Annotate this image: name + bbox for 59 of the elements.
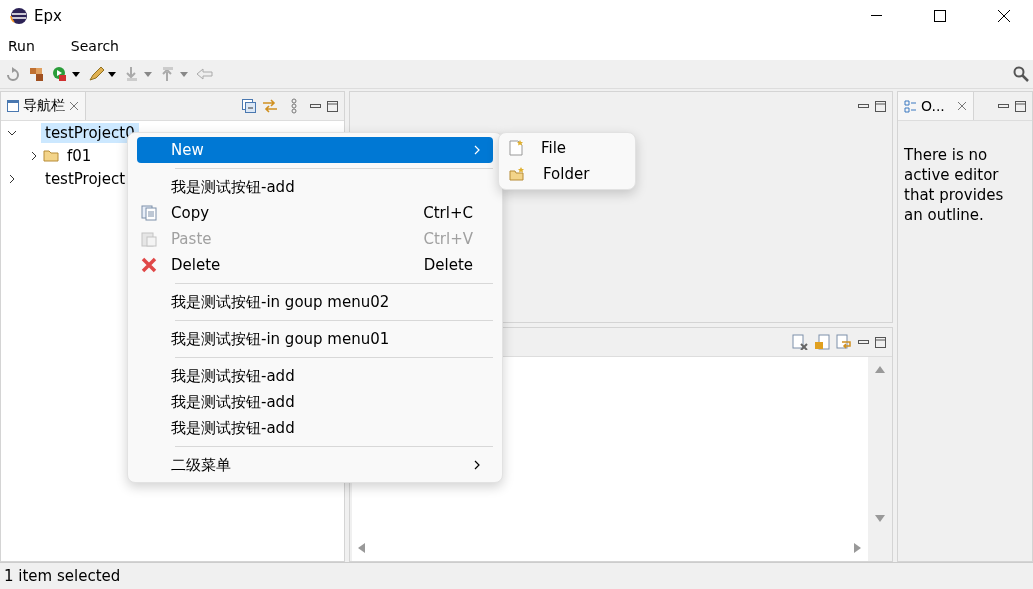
maximize-icon	[934, 10, 946, 22]
window-icon	[7, 100, 19, 112]
more-icon[interactable]	[290, 98, 298, 114]
close-icon	[998, 10, 1010, 22]
tree-item[interactable]: testProject	[41, 168, 130, 189]
window-title: Epx	[34, 7, 63, 25]
folder-icon	[43, 149, 59, 162]
run-icon[interactable]	[52, 66, 82, 82]
chevron-right-icon[interactable]	[29, 150, 39, 161]
maximize-icon[interactable]	[1015, 100, 1026, 112]
menu-item[interactable]: Folder	[499, 161, 635, 187]
maximize-icon[interactable]	[327, 100, 338, 112]
scroll-left-icon[interactable]	[357, 543, 365, 553]
app-logo-icon	[10, 7, 28, 25]
minimize-icon	[870, 15, 882, 17]
search-icon[interactable]	[1013, 66, 1029, 82]
menu-item[interactable]: 我是测试按钮-in goup menu01	[137, 326, 493, 352]
clear-console-icon[interactable]	[792, 334, 808, 350]
menu-item[interactable]: Run	[8, 38, 35, 54]
menu-item[interactable]: 我是测试按钮-in goup menu02	[137, 289, 493, 315]
clipboard-icon	[141, 231, 157, 247]
menu-item[interactable]: 二级菜单	[137, 452, 493, 478]
tree-item[interactable]: testProject0	[41, 122, 139, 143]
close-icon[interactable]	[956, 101, 967, 111]
pen-icon[interactable]	[88, 66, 118, 82]
outline-icon	[904, 99, 917, 113]
tree-item[interactable]: f01	[63, 145, 96, 166]
minimize-icon[interactable]	[858, 102, 869, 110]
close-icon[interactable]	[69, 101, 79, 111]
view-tab[interactable]: O...	[921, 98, 945, 114]
chevron-right-icon	[473, 145, 481, 155]
minimize-icon[interactable]	[858, 338, 869, 346]
menu-item[interactable]: Search	[70, 38, 119, 54]
word-wrap-icon[interactable]	[836, 334, 852, 350]
maximize-icon[interactable]	[875, 100, 886, 112]
file-icon	[509, 140, 523, 156]
chevron-right-icon	[473, 460, 481, 470]
grid-icon[interactable]	[28, 66, 46, 82]
menu-item[interactable]: 我是测试按钮-add	[137, 415, 493, 441]
menu-item[interactable]: Copy Ctrl+C	[137, 200, 493, 226]
download-icon[interactable]	[124, 66, 154, 82]
chevron-right-icon[interactable]	[7, 173, 17, 184]
menu-item[interactable]: Delete Delete	[137, 252, 493, 278]
collapse-all-icon[interactable]	[242, 99, 256, 113]
copy-icon	[141, 205, 157, 221]
delete-icon	[141, 257, 157, 273]
minimize-icon[interactable]	[998, 102, 1009, 110]
status-text: 1 item selected	[4, 567, 121, 585]
menu-item[interactable]: 我是测试按钮-add	[137, 389, 493, 415]
outline-message: There is no active editor that provides an outline.	[904, 145, 1005, 225]
menu-item[interactable]: New	[137, 137, 493, 163]
scroll-right-icon[interactable]	[854, 543, 862, 553]
folder-icon	[509, 167, 525, 181]
menu-item[interactable]: 我是测试按钮-add	[137, 363, 493, 389]
minimize-icon[interactable]	[310, 102, 321, 110]
maximize-icon[interactable]	[875, 336, 886, 348]
menu-item[interactable]: File	[499, 135, 635, 161]
upload-icon[interactable]	[160, 66, 190, 82]
menu-item[interactable]: 我是测试按钮-add	[137, 174, 493, 200]
